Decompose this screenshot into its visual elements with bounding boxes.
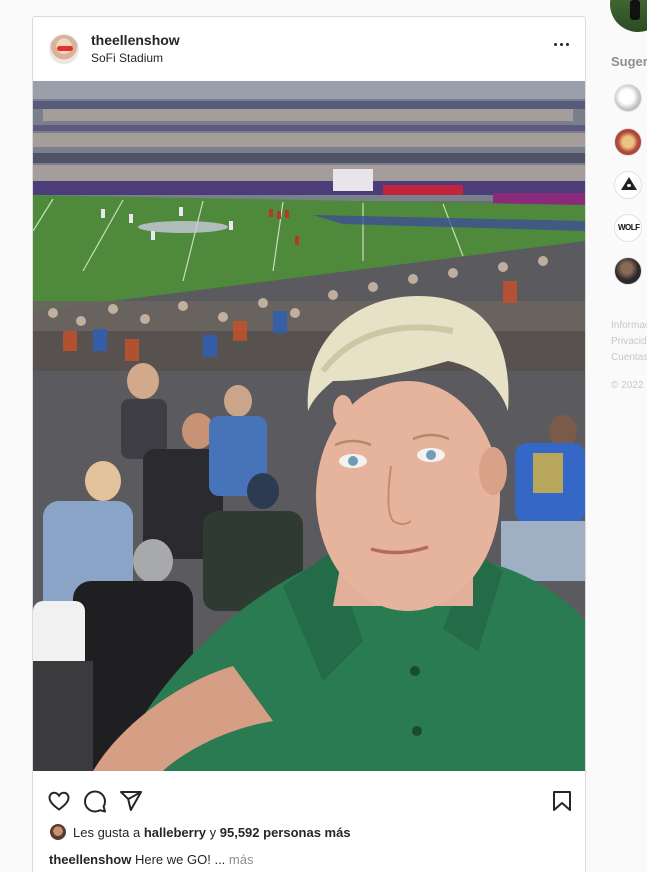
suggestion-avatar[interactable] <box>614 128 642 156</box>
copyright: © 2022 <box>611 380 644 391</box>
suggestion-avatar[interactable] <box>614 84 642 112</box>
liker-avatar[interactable] <box>49 823 67 841</box>
caption-text: Here we GO! ... <box>134 852 226 867</box>
footer-link-accounts[interactable]: Cuentas <box>611 350 647 366</box>
post-card: theellenshow SoFi Stadium Les gusta a ha… <box>32 16 586 872</box>
author-username[interactable]: theellenshow <box>91 32 180 49</box>
post-caption: theellenshow Here we GO! ... más <box>49 851 253 869</box>
post-location[interactable]: SoFi Stadium <box>91 51 180 66</box>
post-actions <box>33 785 585 821</box>
suggestion-avatar[interactable] <box>614 171 642 199</box>
heart-icon[interactable] <box>47 789 71 813</box>
caption-username[interactable]: theellenshow <box>49 852 131 867</box>
likes-summary: Les gusta a halleberry y 95,592 personas… <box>49 823 351 841</box>
likes-count[interactable]: 95,592 personas más <box>220 825 351 840</box>
bookmark-icon[interactable] <box>551 789 573 813</box>
footer-link-info[interactable]: Información <box>611 318 647 334</box>
stadium-selfie-image <box>33 81 585 771</box>
current-user-avatar[interactable] <box>610 0 647 32</box>
caption-more-link[interactable]: más <box>229 852 254 867</box>
wolf-logo: WOLF <box>618 223 640 232</box>
likes-joiner: y <box>209 824 217 840</box>
post-header: theellenshow SoFi Stadium <box>33 17 585 81</box>
send-icon[interactable] <box>119 789 143 813</box>
post-photo[interactable] <box>33 81 585 771</box>
suggestions-title: Sugerencias <box>611 54 647 69</box>
comment-icon[interactable] <box>83 789 107 813</box>
liker-username[interactable]: halleberry <box>144 825 206 840</box>
suggestion-avatar[interactable] <box>614 257 642 285</box>
suggestion-avatar[interactable]: WOLF <box>614 214 642 242</box>
author-info: theellenshow SoFi Stadium <box>91 32 180 66</box>
author-avatar[interactable] <box>49 34 79 64</box>
likes-prefix: Les gusta a <box>73 824 141 840</box>
right-sidebar: Sugerencias WOLF Información Privacidad … <box>610 0 647 872</box>
footer-link-privacy[interactable]: Privacidad <box>611 334 647 350</box>
more-options-icon[interactable] <box>554 43 569 46</box>
footer-links: Información Privacidad Cuentas <box>611 318 647 366</box>
